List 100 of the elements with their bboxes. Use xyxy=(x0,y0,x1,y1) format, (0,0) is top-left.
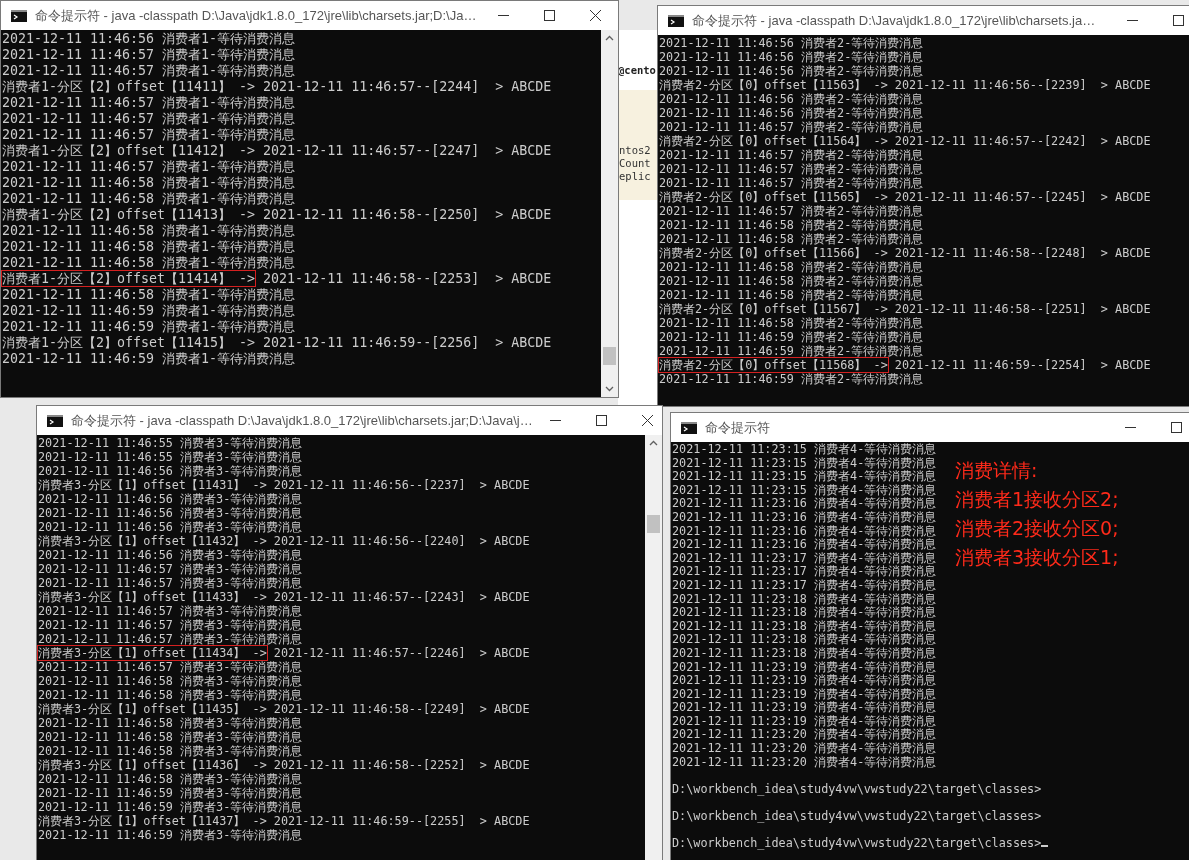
console-line: 消费者2-分区【0】offset【11565】 -> 2021-12-11 11:46:57--[2245] > ABCDE xyxy=(659,190,1151,204)
console-line: 2021-12-11 11:23:17 消费者4-等待消费消息 xyxy=(672,565,937,579)
annotation-text: 消费者1接收分区2; xyxy=(955,487,1119,512)
console-line: 2021-12-11 11:46:56 消费者2-等待消费消息 xyxy=(659,92,924,106)
console-line: 2021-12-11 11:46:56 消费者2-等待消费消息 xyxy=(659,50,924,64)
console-line: 2021-12-11 11:46:55 消费者3-等待消费消息 xyxy=(38,450,303,464)
annotation-text: 消费详情: xyxy=(955,458,1039,483)
console-line: 2021-12-11 11:46:58 消费者1-等待消费消息 xyxy=(2,191,296,207)
console-line: 2021-12-11 11:46:59 消费者3-等待消费消息 xyxy=(38,786,303,800)
console-line: 2021-12-11 11:46:57 消费者2-等待消费消息 xyxy=(659,204,924,218)
console-line: 消费者3-分区【1】offset【11431】 -> 2021-12-11 11:46:56--[2237] > ABCDE xyxy=(38,478,530,492)
console-line: 2021-12-11 11:23:19 消费者4-等待消费消息 xyxy=(672,660,937,674)
console-line: 2021-12-11 11:46:58 消费者2-等待消费消息 xyxy=(659,316,924,330)
console-line: 2021-12-11 11:46:59 消费者1-等待消费消息 xyxy=(2,319,296,335)
console-line: 2021-12-11 11:23:17 消费者4-等待消费消息 xyxy=(672,551,937,565)
console-line: 2021-12-11 11:46:56 消费者1-等待消费消息 xyxy=(2,31,296,47)
console-line: 2021-12-11 11:46:58 消费者1-等待消费消息 xyxy=(2,223,296,239)
console-line: 2021-12-11 11:46:59 消费者2-等待消费消息 xyxy=(659,330,924,344)
console-line: 消费者3-分区【1】offset【11437】 -> 2021-12-11 11:46:59--[2255] > ABCDE xyxy=(38,814,530,828)
console-line: 2021-12-11 11:23:18 消费者4-等待消费消息 xyxy=(672,619,937,633)
command-prompt: D:\workbench_idea\study4vw\vwstudy22\target\classes> xyxy=(672,810,1042,824)
console-line: 2021-12-11 11:23:19 消费者4-等待消费消息 xyxy=(672,674,937,688)
console-line: 2021-12-11 11:23:15 消费者4-等待消费消息 xyxy=(672,443,937,457)
console-line: 消费者1-分区【2】offset【11412】 -> 2021-12-11 11:46:57--[2247] > ABCDE xyxy=(2,143,552,159)
console-line: 消费者3-分区【1】offset【11433】 -> 2021-12-11 11:46:57--[2243] > ABCDE xyxy=(38,590,530,604)
console-line: 2021-12-11 11:46:56 消费者3-等待消费消息 xyxy=(38,520,303,534)
window-title: 命令提示符 - java -classpath D:\Java\jdk1.8.0_172\jre\lib\charsets.ja… xyxy=(692,11,1097,30)
console-line: 2021-12-11 11:46:57 消费者3-等待消费消息 xyxy=(38,576,303,590)
console-line: 2021-12-11 11:46:56 消费者3-等待消费消息 xyxy=(38,492,303,506)
console-line: 2021-12-11 11:23:16 消费者4-等待消费消息 xyxy=(672,538,937,552)
console-line: 2021-12-11 11:46:57 消费者2-等待消费消息 xyxy=(659,176,924,190)
console-line: 2021-12-11 11:46:58 消费者2-等待消费消息 xyxy=(659,260,924,274)
console-line: 2021-12-11 11:23:18 消费者4-等待消费消息 xyxy=(672,592,937,606)
console-line: 2021-12-11 11:46:58 消费者3-等待消费消息 xyxy=(38,772,303,786)
console-line: 2021-12-11 11:46:56 消费者2-等待消费消息 xyxy=(659,36,924,50)
console-line: 2021-12-11 11:46:57 消费者2-等待消费消息 xyxy=(659,148,924,162)
command-prompt: D:\workbench_idea\study4vw\vwstudy22\target\classes> xyxy=(672,782,1042,797)
console-line: 2021-12-11 11:46:59 消费者3-等待消费消息 xyxy=(38,828,303,842)
console-line: 2021-12-11 11:23:20 消费者4-等待消费消息 xyxy=(672,742,937,756)
console-line: 消费者1-分区【2】offset【11414】 -> 2021-12-11 11:46:58--[2253] > ABCDE xyxy=(2,271,552,287)
console-line: 2021-12-11 11:23:15 消费者4-等待消费消息 xyxy=(672,470,937,484)
console-line: 2021-12-11 11:46:57 消费者3-等待消费消息 xyxy=(38,618,303,632)
console-line: 2021-12-11 11:23:16 消费者4-等待消费消息 xyxy=(672,524,937,538)
console-line: 2021-12-11 11:23:18 消费者4-等待消费消息 xyxy=(672,646,937,661)
console-line: 消费者1-分区【2】offset【11411】 -> 2021-12-11 11:46:57--[2244] > ABCDE xyxy=(2,79,552,95)
console-line: 2021-12-11 11:23:18 消费者4-等待消费消息 xyxy=(672,633,937,647)
background-text: ntos2 xyxy=(619,144,651,157)
console-line: 2021-12-11 11:46:56 消费者3-等待消费消息 xyxy=(38,506,303,520)
console-line: 2021-12-11 11:23:17 消费者4-等待消费消息 xyxy=(672,578,937,593)
console-line: 2021-12-11 11:46:57 消费者1-等待消费消息 xyxy=(2,127,296,143)
console-line: 2021-12-11 11:46:58 消费者2-等待消费消息 xyxy=(659,232,924,246)
console-line: 2021-12-11 11:46:57 消费者3-等待消费消息 xyxy=(38,632,303,646)
console-line: 2021-12-11 11:46:59 消费者1-等待消费消息 xyxy=(2,303,296,319)
console-line: 消费者2-分区【0】offset【11568】 -> 2021-12-11 11:46:59--[2254] > ABCDE xyxy=(659,358,1151,372)
console-line: 2021-12-11 11:23:16 消费者4-等待消费消息 xyxy=(672,510,937,525)
command-prompt: D:\workbench_idea\study4vw\vwstudy22\target\classes> xyxy=(672,837,1049,851)
console-line: 2021-12-11 11:46:57 消费者3-等待消费消息 xyxy=(38,660,303,674)
console-line: 消费者3-分区【1】offset【11436】 -> 2021-12-11 11:46:58--[2252] > ABCDE xyxy=(38,758,530,772)
console-line: 2021-12-11 11:46:58 消费者2-等待消费消息 xyxy=(659,218,924,232)
background-text: Count xyxy=(619,157,651,170)
console-line: 2021-12-11 11:46:57 消费者2-等待消费消息 xyxy=(659,120,924,134)
console-line: 2021-12-11 11:46:58 消费者1-等待消费消息 xyxy=(2,255,296,271)
console-line: 2021-12-11 11:46:55 消费者3-等待消费消息 xyxy=(38,436,303,450)
console-line: 2021-12-11 11:23:15 消费者4-等待消费消息 xyxy=(672,456,937,470)
console-line: 2021-12-11 11:46:57 消费者1-等待消费消息 xyxy=(2,95,296,111)
background-text: @cento xyxy=(618,64,656,77)
console-line: 2021-12-11 11:23:18 消费者4-等待消费消息 xyxy=(672,606,937,620)
console-line: 2021-12-11 11:46:57 消费者1-等待消费消息 xyxy=(2,159,296,175)
console-line: 2021-12-11 11:46:56 消费者3-等待消费消息 xyxy=(38,464,303,478)
console-line: 2021-12-11 11:46:56 消费者2-等待消费消息 xyxy=(659,106,924,120)
console-line: 消费者3-分区【1】offset【11434】 -> 2021-12-11 11:46:57--[2246] > ABCDE xyxy=(38,646,530,660)
console-line: 2021-12-11 11:46:58 消费者1-等待消费消息 xyxy=(2,287,296,303)
console-line: 2021-12-11 11:46:56 消费者2-等待消费消息 xyxy=(659,64,924,78)
console-line: 消费者2-分区【0】offset【11567】 -> 2021-12-11 11:46:58--[2251] > ABCDE xyxy=(659,302,1151,316)
console-line: 2021-12-11 11:46:58 消费者3-等待消费消息 xyxy=(38,730,303,744)
console-line: 2021-12-11 11:46:59 消费者3-等待消费消息 xyxy=(38,800,303,814)
console-line: 2021-12-11 11:46:58 消费者1-等待消费消息 xyxy=(2,175,296,191)
console-line: 消费者2-分区【0】offset【11563】 -> 2021-12-11 11:46:56--[2239] > ABCDE xyxy=(659,78,1151,92)
console-line: 2021-12-11 11:46:59 消费者2-等待消费消息 xyxy=(659,372,924,386)
window-title: 命令提示符 xyxy=(705,418,771,437)
console-line: 2021-12-11 11:46:58 消费者1-等待消费消息 xyxy=(2,239,296,255)
console-line: 2021-12-11 11:23:19 消费者4-等待消费消息 xyxy=(672,687,937,701)
console-line: 2021-12-11 11:46:58 消费者2-等待消费消息 xyxy=(659,288,924,302)
console-line: 2021-12-11 11:23:20 消费者4-等待消费消息 xyxy=(672,755,937,770)
console-line: 2021-12-11 11:23:19 消费者4-等待消费消息 xyxy=(672,701,937,715)
console-line: 消费者3-分区【1】offset【11432】 -> 2021-12-11 11:46:56--[2240] > ABCDE xyxy=(38,534,530,548)
window-title: 命令提示符 - java -classpath D:\Java\jdk1.8.0_172\jre\lib\charsets.jar;D:\Ja… xyxy=(35,6,478,25)
console-line: 2021-12-11 11:23:16 消费者4-等待消费消息 xyxy=(672,497,937,511)
console-line: 消费者1-分区【2】offset【11413】 -> 2021-12-11 11:46:58--[2250] > ABCDE xyxy=(2,207,552,223)
console-line: 2021-12-11 11:46:57 消费者3-等待消费消息 xyxy=(38,562,303,576)
console-line: 2021-12-11 11:46:58 消费者3-等待消费消息 xyxy=(38,716,303,730)
console-line: 消费者3-分区【1】offset【11435】 -> 2021-12-11 11:46:58--[2249] > ABCDE xyxy=(38,702,530,716)
console-line: 2021-12-11 11:46:57 消费者1-等待消费消息 xyxy=(2,47,296,63)
console-line: 2021-12-11 11:46:57 消费者1-等待消费消息 xyxy=(2,111,296,127)
window-title: 命令提示符 - java -classpath D:\Java\jdk1.8.0_172\jre\lib\charsets.jar;D:\Java\j… xyxy=(71,411,533,430)
console-line: 2021-12-11 11:23:20 消费者4-等待消费消息 xyxy=(672,728,937,742)
console-line: 2021-12-11 11:46:58 消费者2-等待消费消息 xyxy=(659,274,924,288)
console-line: 2021-12-11 11:23:19 消费者4-等待消费消息 xyxy=(672,714,937,728)
console-line: 2021-12-11 11:46:59 消费者2-等待消费消息 xyxy=(659,344,924,358)
console-line: 2021-12-11 11:46:58 消费者3-等待消费消息 xyxy=(38,744,303,758)
